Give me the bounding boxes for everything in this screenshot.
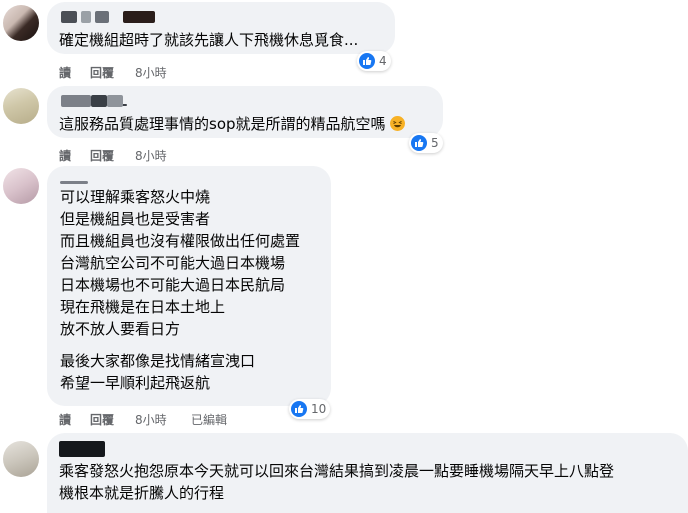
comment-bubble: 可以理解乘客怒火中燒 但是機組員也是受害者 而且機組員也沒有權限做出任何處置 台… [47, 166, 331, 406]
author-name[interactable] [95, 11, 109, 23]
author-name[interactable] [107, 95, 123, 107]
like-icon [291, 401, 307, 417]
reply-link[interactable]: 回覆 [90, 147, 114, 164]
reaction-count[interactable]: 5 [409, 133, 443, 153]
comment-bubble: 確定機組超時了就該先讓人下飛機休息覓食... [47, 2, 395, 54]
reply-link[interactable]: 回覆 [90, 411, 114, 428]
comment-bubble: 乘客發怒火抱怨原本今天就可以回來台灣結果搞到凌晨一點要睡機場隔天早上八點登 機根… [47, 433, 688, 513]
avatar[interactable] [3, 441, 39, 477]
timestamp[interactable]: 8小時 [135, 64, 167, 81]
author-name[interactable] [91, 95, 107, 107]
author-name[interactable] [61, 95, 91, 107]
author-name[interactable] [60, 181, 88, 184]
comment-text: 確定機組超時了就該先讓人下飛機休息覓食... [59, 31, 359, 49]
reaction-count[interactable]: 4 [357, 51, 391, 71]
comment-bubble: 這服務品質處理事情的sop就是所謂的精品航空嗎 [47, 86, 443, 138]
comment-body: 乘客發怒火抱怨原本今天就可以回來台灣結果搞到凌晨一點要睡機場隔天早上八點登 機根… [59, 462, 615, 502]
edited-label[interactable]: 已編輯 [191, 411, 227, 428]
avatar[interactable] [3, 88, 39, 124]
author-name[interactable] [59, 441, 105, 457]
comment-text: 這服務品質處理事情的sop就是所謂的精品航空嗎 [59, 113, 406, 135]
like-link[interactable]: 讀 [59, 147, 71, 164]
like-icon [411, 135, 427, 151]
reply-link[interactable]: 回覆 [90, 64, 114, 81]
like-link[interactable]: 讀 [59, 411, 71, 428]
author-name[interactable] [61, 11, 77, 23]
like-icon [359, 53, 375, 69]
timestamp[interactable]: 8小時 [135, 411, 167, 428]
avatar[interactable] [3, 168, 39, 204]
timestamp[interactable]: 8小時 [135, 147, 167, 164]
author-name[interactable] [123, 11, 155, 23]
comment-body: 可以理解乘客怒火中燒 但是機組員也是受害者 而且機組員也沒有權限做出任何處置 台… [60, 188, 301, 392]
laughing-emoji-icon [390, 116, 406, 131]
author-name[interactable] [81, 11, 91, 23]
reaction-count[interactable]: 10 [289, 399, 331, 419]
avatar[interactable] [3, 5, 39, 41]
like-link[interactable]: 讀 [59, 64, 71, 81]
